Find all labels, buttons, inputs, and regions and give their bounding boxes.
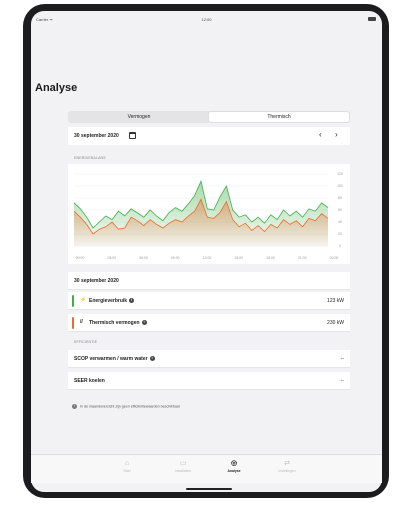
energy-section-label: ENERGIEBALANS xyxy=(74,156,106,160)
seer-label: SEER koelen xyxy=(74,378,105,384)
segment-thermisch[interactable]: Thermisch xyxy=(209,112,349,122)
battery-icon xyxy=(368,17,376,21)
summary-date-row: 30 september 2020 xyxy=(68,272,350,290)
calendar-icon[interactable] xyxy=(129,132,136,139)
thermal-power-row: // Thermisch vermogen i 230 kW xyxy=(68,314,350,332)
info-icon[interactable]: i xyxy=(141,320,147,326)
y-tick-label: 20 xyxy=(338,232,342,236)
energy-area-chart: 0 20 40 60 80 100 120 00:00 03:00 06:00 09:00 12:00… xyxy=(73,172,343,260)
page-title: Analyse xyxy=(35,82,78,94)
settings-icon: ⇄ xyxy=(284,460,290,467)
tab-instellingen-label: Instellingen xyxy=(278,469,296,473)
tab-start[interactable]: ⌂ Start xyxy=(107,460,147,473)
thermal-icon: // xyxy=(80,319,83,325)
energy-chart-card: 0 20 40 60 80 100 120 00:00 03:00 06:00 09:00 12:00… xyxy=(68,164,350,264)
x-tick-label: 09:00 xyxy=(171,256,180,260)
x-tick-label: 21:00 xyxy=(298,256,307,260)
thermal-power-label: Thermisch vermogen i xyxy=(89,320,147,326)
info-icon[interactable]: i xyxy=(149,356,155,362)
y-tick-label: 60 xyxy=(338,208,342,212)
segment-vermogen[interactable]: Vermogen xyxy=(69,112,209,122)
info-icon: i xyxy=(72,404,77,409)
tab-analyse[interactable]: ◎ Analyse xyxy=(214,460,254,473)
lightning-icon: ⚡ xyxy=(80,297,87,303)
scop-value: -- xyxy=(340,356,344,362)
energy-consumption-value: 123 kW xyxy=(327,298,344,304)
tab-installaties[interactable]: ▭ Installaties xyxy=(163,460,203,473)
tab-start-label: Start xyxy=(123,469,131,473)
analysis-icon: ◎ xyxy=(230,460,238,467)
view-segmented-control: Vermogen Thermisch xyxy=(68,111,350,123)
info-icon[interactable]: i xyxy=(129,298,135,304)
selected-date[interactable]: 30 september 2020 xyxy=(74,133,119,139)
energy-consumption-label: Energieverbruik i xyxy=(89,298,135,304)
green-series-marker xyxy=(72,295,74,307)
tab-analyse-label: Analyse xyxy=(227,469,241,473)
seer-value: -- xyxy=(340,378,344,384)
clock: 12:00 xyxy=(201,17,212,22)
x-tick-label: 18:00 xyxy=(266,256,275,260)
status-bar: Carrier ᯤ 12:00 xyxy=(31,11,382,23)
x-tick-label: 03:00 xyxy=(108,256,117,260)
y-tick-label: 120 xyxy=(337,172,343,176)
x-tick-label: 00:00 xyxy=(330,256,339,260)
y-tick-label: 40 xyxy=(338,220,342,224)
home-indicator xyxy=(186,488,232,490)
x-tick-label: 00:00 xyxy=(76,256,85,260)
scop-row: SCOP verwarmen / warm water i -- xyxy=(68,350,350,368)
efficiency-note: i In de maandoverzicht zijn geen efficiën… xyxy=(72,404,180,409)
x-tick-label: 06:00 xyxy=(139,256,148,260)
tab-instellingen[interactable]: ⇄ Instellingen xyxy=(267,460,307,473)
home-icon: ⌂ xyxy=(124,460,130,467)
x-tick-label: 15:00 xyxy=(235,256,244,260)
installation-icon: ▭ xyxy=(179,460,187,467)
orange-series-marker xyxy=(72,317,74,329)
energy-consumption-row: ⚡ Energieverbruik i 123 kW xyxy=(68,292,350,310)
tab-bar: ⌂ Start ▭ Installaties ◎ Analyse ⇄ Inste… xyxy=(31,454,382,483)
seer-row: SEER koelen -- xyxy=(68,372,350,390)
y-tick-label: 80 xyxy=(338,196,342,200)
scop-label: SCOP verwarmen / warm water i xyxy=(74,356,155,362)
summary-date: 30 september 2020 xyxy=(74,278,119,284)
next-day-button[interactable]: › xyxy=(335,130,338,139)
date-picker-row: 30 september 2020 ‹ › xyxy=(68,127,350,145)
tab-installaties-label: Installaties xyxy=(174,469,192,473)
y-tick-label: 100 xyxy=(337,184,343,188)
previous-day-button[interactable]: ‹ xyxy=(319,130,322,139)
efficiency-section-label: EFFICIENTIE xyxy=(74,340,98,344)
thermal-power-value: 230 kW xyxy=(327,320,344,326)
y-tick-label: 0 xyxy=(339,244,341,248)
x-tick-label: 12:00 xyxy=(203,256,212,260)
